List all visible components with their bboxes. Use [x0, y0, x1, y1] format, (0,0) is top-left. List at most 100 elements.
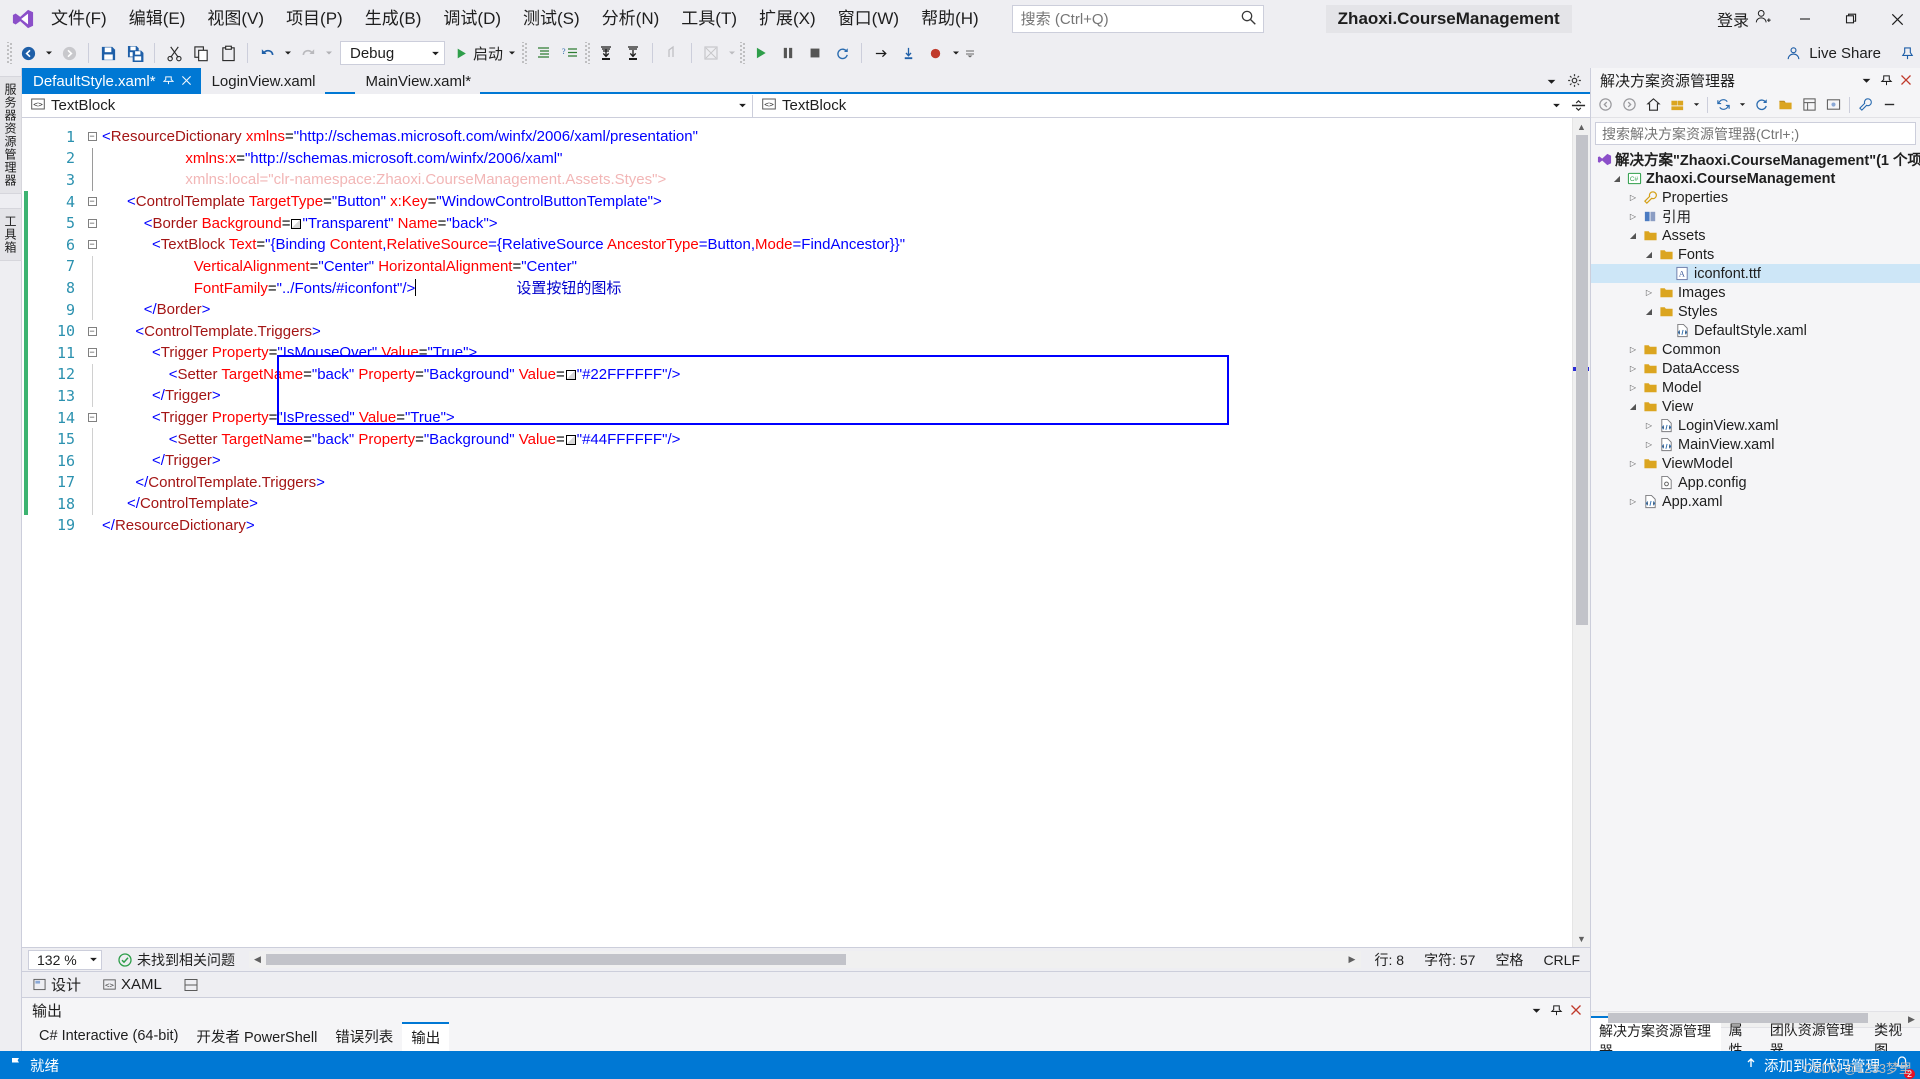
code-line-11[interactable]: 11 − <Trigger Property="IsMouseOver" Val… [22, 341, 1572, 364]
hscroll-thumb[interactable] [266, 954, 846, 965]
close-icon[interactable] [181, 74, 192, 89]
show-next-statement-icon[interactable] [868, 40, 894, 66]
designer-tab[interactable]: 设计 [22, 972, 92, 997]
editor-horizontal-scrollbar[interactable]: ◀ ▶ [249, 951, 1361, 968]
fold-toggle[interactable]: − [87, 132, 97, 142]
chevron-down-icon[interactable] [1546, 74, 1557, 91]
tree-item-project[interactable]: ◢ C# Zhaoxi.CourseManagement [1591, 169, 1920, 188]
nav-right-dropdown[interactable]: <> TextBlock [753, 94, 1566, 117]
hscroll-track[interactable] [1608, 1011, 1903, 1028]
expander-closed-icon[interactable]: ▷ [1625, 212, 1641, 221]
tree-item-model[interactable]: ▷ Model [1591, 378, 1920, 397]
maximize-restore-button[interactable] [1828, 0, 1874, 38]
code-line-3[interactable]: 3 xmlns:local="clr-namespace:Zhaoxi.Cour… [22, 169, 1572, 191]
menu-analyze[interactable]: 分析(N) [591, 5, 671, 33]
fold-toggle[interactable]: − [87, 326, 97, 336]
tree-item-solution[interactable]: 解决方案"Zhaoxi.CourseManagement"(1 个项目/共 [1591, 150, 1920, 169]
restart-icon[interactable] [698, 40, 724, 66]
code-line-7[interactable]: 7 VerticalAlignment="Center" HorizontalA… [22, 255, 1572, 278]
expander-open-icon[interactable]: ◢ [1641, 307, 1657, 316]
split-view-icon[interactable] [1566, 94, 1590, 118]
code-line-19[interactable]: 19 </ResourceDictionary> [22, 515, 1572, 537]
redo-icon[interactable] [295, 40, 321, 66]
close-icon[interactable] [1566, 1000, 1586, 1020]
tab-developer-powershell[interactable]: 开发者 PowerShell [187, 1023, 326, 1050]
toolbar-grip[interactable] [739, 42, 748, 64]
sync-icon[interactable] [1712, 94, 1735, 116]
tree-item-references[interactable]: ▷ 引用 [1591, 207, 1920, 226]
save-icon[interactable] [95, 40, 121, 66]
nav-left-dropdown[interactable]: <> TextBlock [22, 94, 752, 117]
step-out-icon[interactable] [659, 40, 685, 66]
scroll-track[interactable] [1572, 135, 1591, 930]
tree-item-viewmodel[interactable]: ▷ ViewModel [1591, 454, 1920, 473]
scroll-right-arrow[interactable]: ▶ [1344, 951, 1361, 968]
solution-explorer-hscrollbar[interactable]: ◀ ▶ [1591, 1011, 1920, 1027]
navigate-back-icon[interactable] [15, 40, 41, 66]
expander-open-icon[interactable]: ◢ [1625, 231, 1641, 240]
back-icon[interactable] [1594, 94, 1617, 116]
chevron-down-icon[interactable] [1856, 70, 1876, 90]
paste-icon[interactable] [215, 40, 241, 66]
tree-item-images[interactable]: ▷ Images [1591, 283, 1920, 302]
breakpoint-dropdown[interactable] [949, 40, 962, 66]
code-line-12[interactable]: 12 <Setter TargetName="back" Property="B… [22, 363, 1572, 386]
menu-help[interactable]: 帮助(H) [910, 5, 990, 33]
search-input[interactable] [1011, 5, 1264, 33]
code-line-15[interactable]: 15 <Setter TargetName="back" Property="B… [22, 428, 1572, 450]
pause-icon[interactable] [775, 40, 801, 66]
step-into-2-icon[interactable] [895, 40, 921, 66]
server-explorer-tab[interactable]: 服务器资源管理器 [0, 76, 22, 194]
code-line-13[interactable]: 13 </Trigger> [22, 385, 1572, 407]
wrench-icon[interactable] [1854, 94, 1877, 116]
toolbox-tab[interactable]: 工具箱 [0, 208, 22, 261]
menu-debug[interactable]: 调试(D) [432, 5, 512, 33]
fold-toggle[interactable]: − [87, 240, 97, 250]
tree-item-app-xaml[interactable]: ▷ App.xaml [1591, 492, 1920, 511]
toolbar-grip[interactable] [584, 42, 593, 64]
code-line-17[interactable]: 17 </ControlTemplate.Triggers> [22, 471, 1572, 494]
undo-dropdown[interactable] [281, 40, 294, 66]
xaml-tab[interactable]: <> XAML [92, 974, 173, 995]
continue-icon[interactable] [748, 40, 774, 66]
chevron-down-icon[interactable] [1526, 1000, 1546, 1020]
tree-item-assets[interactable]: ◢ Assets [1591, 226, 1920, 245]
help-lines-icon[interactable]: ? [557, 40, 583, 66]
expander-closed-icon[interactable]: ▷ [1625, 345, 1641, 354]
menu-tools[interactable]: 工具(T) [670, 5, 748, 33]
indent-lines-icon[interactable] [530, 40, 556, 66]
tree-item-iconfont-ttf[interactable]: A iconfont.ttf [1591, 264, 1920, 283]
code-line-2[interactable]: 2 xmlns:x="http://schemas.microsoft.com/… [22, 147, 1572, 170]
menu-edit[interactable]: 编辑(E) [118, 5, 197, 33]
tree-item-mainview-xaml[interactable]: ▷ MainView.xaml [1591, 435, 1920, 454]
cut-icon[interactable] [161, 40, 187, 66]
toolbar-overflow[interactable] [963, 40, 976, 66]
sign-in-button[interactable]: 登录 [1707, 7, 1782, 31]
tree-item-app-config[interactable]: App.config [1591, 473, 1920, 492]
save-all-icon[interactable] [122, 40, 148, 66]
preview-icon[interactable] [1822, 94, 1845, 116]
step-over-icon[interactable] [620, 40, 646, 66]
tab-defaultstyle-xaml[interactable]: DefaultStyle.xaml* [22, 68, 201, 94]
scroll-down-arrow[interactable]: ▼ [1573, 930, 1591, 947]
tree-item-styles[interactable]: ◢ Styles [1591, 302, 1920, 321]
editor-vertical-scrollbar[interactable]: ▲ ▼ [1572, 118, 1590, 947]
expander-closed-icon[interactable]: ▷ [1625, 364, 1641, 373]
menu-project[interactable]: 项目(P) [275, 5, 354, 33]
breakpoint-icon[interactable] [922, 40, 948, 66]
scroll-up-arrow[interactable]: ▲ [1573, 118, 1591, 135]
solution-explorer-search[interactable] [1595, 122, 1916, 145]
tab-loginview-xaml[interactable]: LoginView.xaml [200, 68, 325, 94]
code-line-8[interactable]: 8 FontFamily="../Fonts/#iconfont"/> 设置按钮… [22, 277, 1572, 299]
menu-window[interactable]: 窗口(W) [827, 5, 910, 33]
menu-extensions[interactable]: 扩展(X) [748, 5, 827, 33]
menu-view[interactable]: 视图(V) [196, 5, 275, 33]
code-line-4[interactable]: 4 − <ControlTemplate TargetType="Button"… [22, 190, 1572, 213]
expander-closed-icon[interactable]: ▷ [1625, 497, 1641, 506]
undo-icon[interactable] [254, 40, 280, 66]
scroll-left-arrow[interactable]: ◀ [249, 951, 266, 968]
home-icon[interactable] [1642, 94, 1665, 116]
hscroll-track[interactable] [266, 951, 1344, 968]
menu-file[interactable]: 文件(F) [40, 5, 118, 33]
collection-icon[interactable] [1666, 94, 1689, 116]
